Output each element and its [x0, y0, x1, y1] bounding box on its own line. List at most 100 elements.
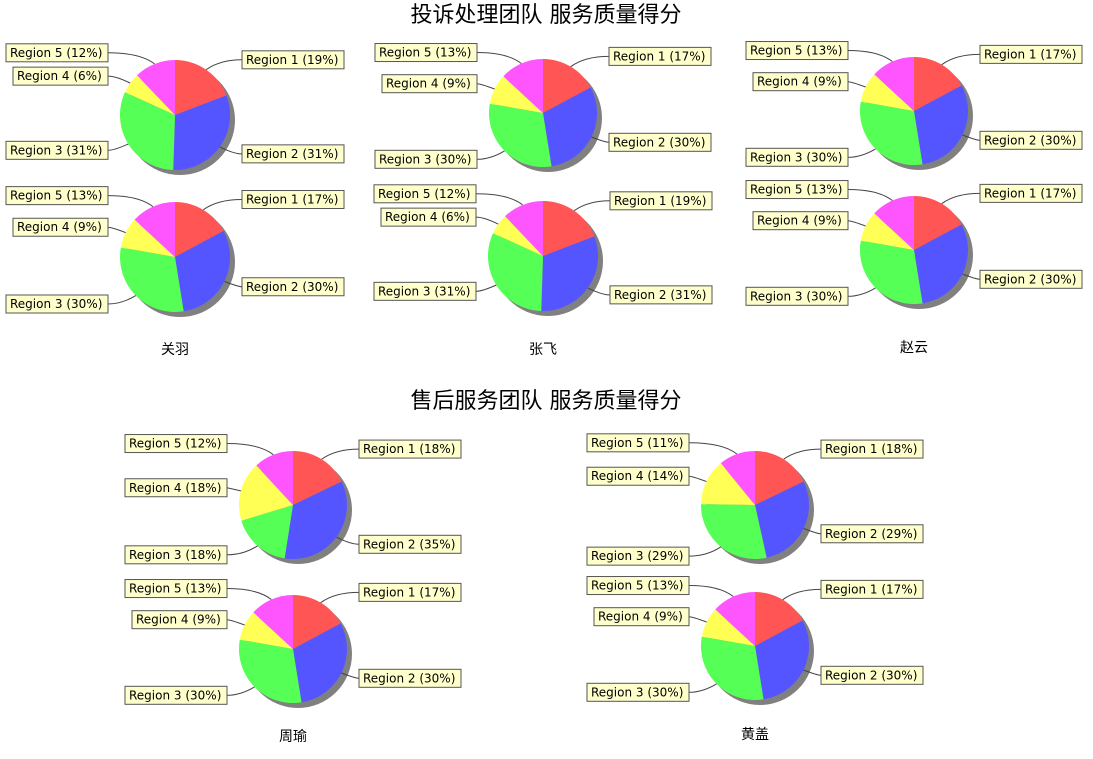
pie-1-3-1-label-4: Region 4 (9%) [757, 75, 842, 89]
pie-2-2-2-leader-5 [688, 585, 734, 597]
pie-1-3-2-leader-3 [847, 287, 876, 297]
pie-1-1-1-label-3: Region 3 (31%) [10, 143, 102, 157]
pie-1-3-1-leader-5 [847, 50, 893, 62]
pie-1-3-2-label-4: Region 4 (9%) [757, 214, 842, 228]
person-name-2-1: 周瑜 [279, 729, 307, 745]
pie-2-1-2-label-1: Region 1 (17%) [363, 585, 455, 599]
pie-2-2-2-leader-4 [688, 616, 707, 623]
pie-2-2-1-label-5: Region 5 (11%) [591, 436, 683, 450]
pie-2-2-2-label-4: Region 4 (9%) [598, 610, 683, 624]
pie-1-3-2-leader-5 [847, 189, 893, 201]
pie-2-1-1-leader-5 [226, 443, 274, 456]
pie-2-1-2-leader-3 [226, 686, 255, 696]
pie-2-2-2-slice-3 [700, 636, 764, 700]
pie-2-1-1-leader-4 [226, 487, 242, 492]
person-1-1-group: Region 1 (19%) Region 2 (31%) Region 3 (31… [5, 43, 345, 358]
pie-1-2-1-leader-4 [476, 83, 495, 90]
pie-2-1-1-leader-3 [226, 545, 258, 556]
pie-2-1-2-leader-5 [226, 588, 272, 600]
pie-2-1-2-label-4: Region 4 (9%) [136, 613, 221, 627]
pie-1-1-1: Region 1 (19%) Region 2 (31%) Region 3 (31… [5, 43, 345, 175]
pie-1-1-2: Region 1 (17%) Region 2 (30%) Region 3 (30… [5, 186, 345, 317]
pie-1-2-2-label-2: Region 2 (31%) [614, 288, 706, 302]
pie-1-3-1-leader-3 [847, 148, 876, 158]
pie-2-2-1-leader-5 [688, 442, 738, 455]
pie-2-1-1-label-3: Region 3 (18%) [129, 548, 221, 562]
pie-2-2-1-label-1: Region 1 (18%) [825, 442, 917, 456]
team-2-title: 售后服务团队 服务质量得分 [411, 389, 682, 414]
pie-1-1-2-label-5: Region 5 (13%) [10, 189, 102, 203]
pie-2-2-1: Region 1 (18%) Region 2 (29%) Region 3 (29… [586, 433, 924, 566]
person-2-1-group: Region 1 (18%) Region 2 (35%) Region 3 (18… [124, 434, 462, 745]
pie-1-3-2-leader-1 [941, 192, 981, 205]
pie-1-3-2-leader-4 [847, 220, 866, 227]
pie-2-1-2: Region 1 (17%) Region 2 (30%) Region 3 (30… [124, 579, 462, 708]
pie-1-3-1-label-2: Region 2 (30%) [984, 133, 1076, 147]
pie-2-1-2-leader-1 [320, 591, 360, 604]
pie-1-3-1-label-5: Region 5 (13%) [750, 44, 842, 58]
person-1-3-group: Region 1 (17%) Region 2 (30%) Region 3 (30… [745, 41, 1083, 356]
pie-1-2-1-leader-5 [476, 52, 522, 64]
pie-1-1-2-label-1: Region 1 (17%) [246, 193, 338, 207]
pie-2-2-1-label-3: Region 3 (29%) [591, 549, 683, 563]
pie-1-1-2-leader-4 [107, 226, 126, 234]
person-2-2-group: Region 1 (18%) Region 2 (29%) Region 3 (29… [586, 433, 924, 743]
pie-1-3-1: Region 1 (17%) Region 2 (30%) Region 3 (30… [745, 41, 1083, 170]
team-1-title: 投诉处理团队 服务质量得分 [411, 3, 682, 28]
pie-2-1-1-leader-1 [321, 448, 360, 460]
pie-2-2-2: Region 1 (17%) Region 2 (30%) Region 3 (30… [586, 576, 924, 705]
pie-2-1-1-label-2: Region 2 (35%) [363, 537, 455, 551]
pie-2-2-1-leader-4 [688, 475, 707, 482]
pie-1-1-1-leader-1 [205, 59, 243, 71]
pie-1-2-1-leader-3 [476, 150, 505, 160]
pie-1-1-1-label-2: Region 2 (31%) [246, 147, 338, 161]
person-name-1-3: 赵云 [900, 340, 928, 356]
pie-2-1-1-label-4: Region 4 (18%) [129, 481, 221, 495]
person-name-2-2: 黄盖 [741, 726, 769, 743]
pie-2-2-1-label-4: Region 4 (14%) [591, 469, 683, 483]
pie-1-2-1-label-1: Region 1 (17%) [613, 49, 705, 63]
pie-1-2-2-label-5: Region 5 (12%) [378, 187, 470, 201]
pie-1-3-1-slice-3 [859, 101, 923, 165]
pie-2-1-2-label-2: Region 2 (30%) [363, 671, 455, 685]
pie-1-3-1-leader-1 [941, 53, 981, 66]
pie-1-3-2: Region 1 (17%) Region 2 (30%) Region 3 (30… [745, 180, 1083, 309]
pie-1-3-2-label-1: Region 1 (17%) [984, 186, 1076, 200]
pie-1-2-2-label-3: Region 3 (31%) [378, 284, 470, 298]
pie-1-2-2-leader-1 [573, 200, 611, 212]
pie-2-2-2-label-1: Region 1 (17%) [825, 582, 917, 596]
pie-1-3-2-label-5: Region 5 (13%) [750, 183, 842, 197]
pie-2-2-2-leader-3 [688, 683, 717, 693]
team-2-group: 售后服务团队 服务质量得分 Region 1 (18%) Region 2 (35%… [124, 389, 924, 745]
pie-1-1-2-leader-5 [107, 195, 154, 207]
pie-2-1-1-label-5: Region 5 (12%) [129, 437, 221, 451]
pie-1-2-2-leader-3 [475, 284, 497, 292]
pie-2-1-2-slice-3 [238, 639, 302, 703]
pie-1-1-2-label-3: Region 3 (30%) [10, 297, 102, 311]
team-1-group: 投诉处理团队 服务质量得分 Region 1 (19%) Region 2 (31%… [5, 3, 1083, 358]
pie-1-2-2-label-4: Region 4 (6%) [385, 210, 470, 224]
pie-1-2-1-label-4: Region 4 (9%) [386, 77, 471, 91]
pie-2-2-1-label-2: Region 2 (29%) [825, 527, 917, 541]
pie-1-1-1-label-4: Region 4 (6%) [17, 69, 102, 83]
person-name-1-1: 关羽 [161, 342, 189, 358]
pie-2-1-2-label-3: Region 3 (30%) [129, 688, 221, 702]
pie-1-1-1-label-1: Region 1 (19%) [246, 53, 338, 67]
pie-chart-dashboard: 投诉处理团队 服务质量得分 Region 1 (19%) Region 2 (31%… [5, 3, 1083, 745]
pie-1-3-2-label-3: Region 3 (30%) [750, 289, 842, 303]
pie-1-2-1-slice-3 [488, 103, 552, 167]
pie-2-2-2-label-3: Region 3 (30%) [591, 685, 683, 699]
person-1-2-group: Region 1 (17%) Region 2 (30%) Region 3 (30… [373, 43, 713, 358]
pie-2-1-2-leader-4 [226, 619, 245, 626]
pie-1-3-1-leader-4 [847, 81, 866, 88]
person-name-1-2: 张飞 [529, 342, 557, 358]
pie-2-2-2-label-2: Region 2 (30%) [825, 668, 917, 682]
pie-1-2-1: Region 1 (17%) Region 2 (30%) Region 3 (30… [374, 43, 712, 172]
pie-1-1-2-label-4: Region 4 (9%) [17, 220, 102, 234]
pie-2-2-1-leader-3 [688, 546, 722, 557]
pie-1-2-2: Region 1 (19%) Region 2 (31%) Region 3 (31… [373, 184, 713, 316]
pie-1-1-1-label-5: Region 5 (12%) [10, 46, 102, 60]
pie-2-1-2-label-5: Region 5 (13%) [129, 582, 221, 596]
pie-1-1-1-leader-3 [107, 143, 129, 151]
pie-1-1-2-leader-1 [203, 199, 243, 211]
